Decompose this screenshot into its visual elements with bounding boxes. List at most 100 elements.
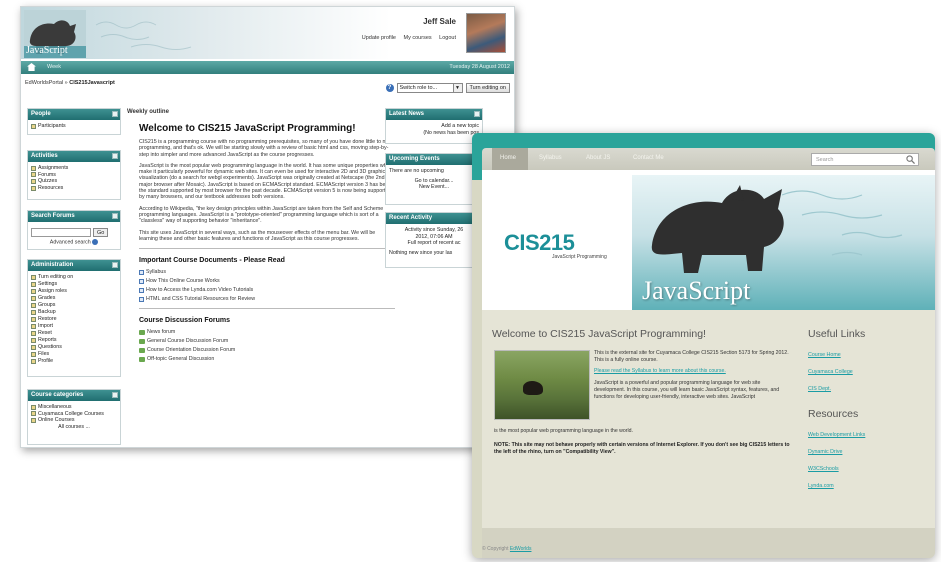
document-link[interactable]: How This Online Course Works — [139, 278, 395, 284]
admin-item[interactable]: Assign roles — [31, 288, 117, 295]
admin-item[interactable]: Restore — [31, 316, 117, 323]
forum-link[interactable]: Off-topic General Discussion — [139, 356, 395, 362]
course-tools: ? Switch role to... ▼ Turn editing on — [385, 82, 510, 94]
update-profile-link[interactable]: Update profile — [362, 35, 396, 41]
lynda-link[interactable]: Lynda.com — [808, 483, 928, 489]
admin-item[interactable]: Import — [31, 323, 117, 330]
syllabus-link[interactable]: Please read the Syllabus to learn more a… — [594, 368, 790, 375]
useful-links-heading: Useful Links — [808, 328, 866, 340]
admin-item[interactable]: Files — [31, 351, 117, 358]
course-categories-header: Course categories — [28, 390, 120, 401]
my-courses-link[interactable]: My courses — [404, 35, 432, 41]
admin-item[interactable]: Reset — [31, 330, 117, 337]
nav-contact-me[interactable]: Contact Me — [633, 155, 664, 161]
site-intro-text: This is the external site for Cuyamaca C… — [594, 350, 790, 401]
forum-link[interactable]: News forum — [139, 329, 395, 335]
forum-icon — [139, 329, 145, 335]
recent-activity-block: Recent Activity Activity since Sunday, 2… — [385, 212, 483, 268]
all-courses-link[interactable]: All courses ... — [31, 424, 117, 431]
w3cschools-link[interactable]: W3CSchools — [808, 466, 928, 472]
forum-link[interactable]: General Course Discussion Forum — [139, 338, 395, 344]
turn-editing-on-button[interactable]: Turn editing on — [465, 83, 510, 93]
switch-role-select[interactable]: Switch role to... ▼ — [396, 83, 463, 93]
backup-icon — [31, 310, 36, 315]
document-icon — [139, 278, 144, 284]
help-icon[interactable]: ? — [385, 84, 394, 92]
bison-shape — [523, 381, 543, 395]
nav-syllabus[interactable]: Syllabus — [539, 155, 562, 161]
document-link[interactable]: HTML and CSS Tutorial Resources for Revi… — [139, 296, 395, 302]
settings-icon — [31, 282, 36, 287]
questions-icon — [31, 345, 36, 350]
activity-item[interactable]: Assignments — [31, 165, 117, 172]
assignment-icon — [31, 165, 36, 171]
course-categories-block: Course categories Miscellaneous Cuyamaca… — [27, 389, 121, 445]
participants-link[interactable]: Participants — [31, 123, 117, 130]
collapse-icon[interactable] — [112, 153, 118, 159]
collapse-icon[interactable] — [112, 213, 118, 219]
admin-item[interactable]: Backup — [31, 309, 117, 316]
forum-search-input[interactable] — [31, 228, 91, 237]
logout-link[interactable]: Logout — [439, 35, 456, 41]
category-item[interactable]: Cuyamaca College Courses — [31, 411, 117, 418]
admin-item[interactable]: Grades — [31, 295, 117, 302]
document-link[interactable]: Syllabus — [139, 269, 395, 275]
collapse-icon[interactable] — [474, 111, 480, 117]
activity-item[interactable]: Resources — [31, 185, 117, 192]
site-welcome-heading: Welcome to CIS215 JavaScript Programming… — [492, 328, 706, 340]
cuyamaca-college-link[interactable]: Cuyamaca College — [808, 369, 928, 375]
groups-icon — [31, 303, 36, 308]
course-home-link[interactable]: Course Home — [808, 352, 928, 358]
help-icon — [92, 239, 99, 245]
add-topic-link[interactable]: Add a new topic — [389, 123, 479, 130]
collapse-icon[interactable] — [112, 392, 118, 398]
breadcrumb-current: CIS215Javascript — [69, 80, 115, 86]
full-report-link[interactable]: Full report of recent ac — [389, 240, 479, 247]
admin-item[interactable]: Settings — [31, 281, 117, 288]
activity-item[interactable]: Forums — [31, 172, 117, 179]
web-dev-links[interactable]: Web Development Links — [808, 432, 928, 438]
admin-item[interactable]: Profile — [31, 358, 117, 365]
resources-heading: Resources — [808, 408, 859, 420]
user-avatar[interactable] — [466, 13, 506, 53]
activity-item[interactable]: Quizzes — [31, 178, 117, 185]
go-button[interactable]: Go — [93, 228, 109, 237]
nav-about-js[interactable]: About JS — [586, 155, 610, 161]
admin-item[interactable]: Questions — [31, 344, 117, 351]
site-search-input[interactable]: Search — [811, 153, 919, 166]
admin-item[interactable]: Groups — [31, 302, 117, 309]
document-icon — [139, 269, 144, 275]
ie-compatibility-note: NOTE: This site may not behave properly … — [494, 442, 790, 455]
grades-icon — [31, 296, 36, 301]
breadcrumb-root[interactable]: EdWorldsPortal — [25, 80, 63, 86]
javascript-paragraph: JavaScript is the most popular web progr… — [139, 162, 394, 201]
divider — [139, 308, 395, 310]
home-icon[interactable] — [27, 63, 36, 71]
footer-edworlds-link[interactable]: EdWorlds — [510, 546, 532, 552]
cis-dept-link[interactable]: CIS Dept. — [808, 386, 928, 392]
collapse-icon[interactable] — [112, 262, 118, 268]
admin-item[interactable]: Turn editing on — [31, 274, 117, 281]
dynamic-drive-link[interactable]: Dynamic Drive — [808, 449, 928, 455]
new-event-link[interactable]: New Event... — [389, 184, 479, 191]
upcoming-events-block: Upcoming Events There are no upcoming Go… — [385, 153, 483, 205]
document-link[interactable]: How to Access the Lynda.com Video Tutori… — [139, 287, 395, 293]
week-link[interactable]: Week — [47, 64, 61, 70]
nav-home[interactable]: Home — [500, 155, 516, 161]
bison-photo — [494, 350, 590, 420]
latest-news-header: Latest News — [386, 109, 482, 120]
quiz-icon — [31, 178, 36, 184]
site-banner: JavaScript CIS215 JavaScript Programming — [482, 170, 935, 310]
search-icon[interactable] — [906, 155, 915, 164]
category-item[interactable]: Miscellaneous — [31, 404, 117, 411]
moodle-navbar: Week Tuesday 28 August 2012 — [21, 61, 514, 74]
roles-icon — [31, 289, 36, 294]
advanced-search-link[interactable]: Advanced search — [31, 239, 117, 246]
administration-block: Administration Turn editing on Settings … — [27, 259, 121, 377]
category-item[interactable]: Online Courses — [31, 417, 117, 424]
people-block-header: People — [28, 109, 120, 120]
forum-link[interactable]: Course Orientation Discussion Forum — [139, 347, 395, 353]
admin-item[interactable]: Reports — [31, 337, 117, 344]
collapse-icon[interactable] — [112, 111, 118, 117]
calendar-link[interactable]: Go to calendar... — [389, 178, 479, 185]
